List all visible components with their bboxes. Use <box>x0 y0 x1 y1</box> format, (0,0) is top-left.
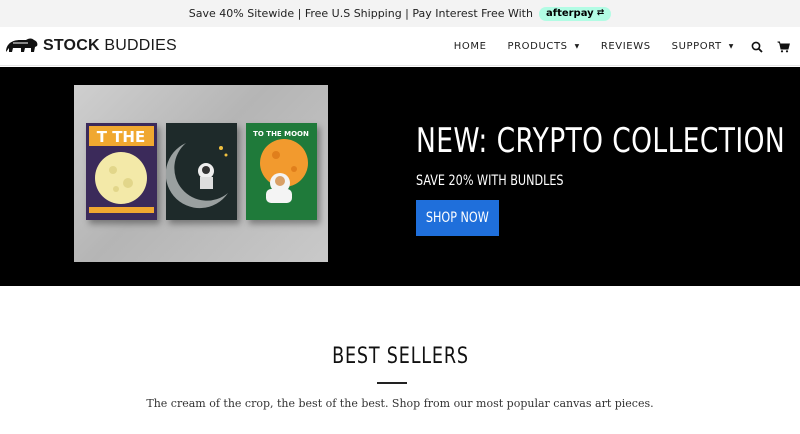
announcement-text: Save 40% Sitewide | Free U.S Shipping | … <box>188 7 533 20</box>
hero-title: NEW: CRYPTO COLLECTION <box>416 121 786 161</box>
canvas-1-text: T THE <box>97 128 146 146</box>
nav-home-label: HOME <box>453 41 487 52</box>
nav-reviews-label: REVIEWS <box>600 41 651 52</box>
afterpay-label: afterpay <box>545 7 594 19</box>
site-header: STOCK BUDDIES HOME PRODUCTS ▼ REVIEWS SU… <box>0 27 800 66</box>
best-sellers-title-text: BEST SELLERS <box>331 344 469 369</box>
canvas-3-text: TO THE MOON <box>253 130 309 138</box>
main-nav: HOME PRODUCTS ▼ REVIEWS SUPPORT ▼ <box>454 27 790 66</box>
nav-support-label: SUPPORT <box>671 41 722 52</box>
afterpay-logo-icon: ⇄ <box>596 8 605 18</box>
nav-support[interactable]: SUPPORT ▼ <box>672 41 734 52</box>
cart-icon[interactable] <box>776 40 790 54</box>
canvas-to-the-moon-green: TO THE MOON <box>246 123 317 220</box>
announcement-bar: Save 40% Sitewide | Free U.S Shipping | … <box>0 0 800 27</box>
caret-down-icon: ▼ <box>728 43 734 50</box>
nav-products[interactable]: PRODUCTS ▼ <box>508 41 580 52</box>
logo-text-strong: STOCK <box>43 37 100 54</box>
site-logo[interactable]: STOCK BUDDIES <box>4 36 177 56</box>
nav-reviews[interactable]: REVIEWS <box>601 41 651 52</box>
shop-now-button[interactable]: SHOP NOW <box>416 200 499 236</box>
search-icon[interactable] <box>750 40 764 54</box>
shop-now-label: SHOP NOW <box>426 210 489 226</box>
canvas-astronaut-crescent <box>166 123 237 220</box>
hero-product-image[interactable]: T THE TO THE MOON <box>74 85 328 262</box>
best-sellers-description: The cream of the crop, the best of the b… <box>146 397 654 410</box>
nav-home[interactable]: HOME <box>454 41 487 52</box>
best-sellers-title: BEST SELLERS <box>0 344 800 369</box>
logo-text-light: BUDDIES <box>104 37 177 54</box>
bear-logo-icon <box>6 38 38 52</box>
afterpay-badge[interactable]: afterpay ⇄ <box>538 6 612 21</box>
nav-products-label: PRODUCTS <box>507 41 568 52</box>
hero-subtitle: SAVE 20% WITH BUNDLES <box>416 173 564 189</box>
section-divider <box>377 382 407 384</box>
caret-down-icon: ▼ <box>574 43 580 50</box>
canvas-to-the-moon-purple: T THE <box>86 123 157 220</box>
hero-banner: T THE TO THE MOON NEW: CRYPTO COLLECTION… <box>0 67 800 286</box>
